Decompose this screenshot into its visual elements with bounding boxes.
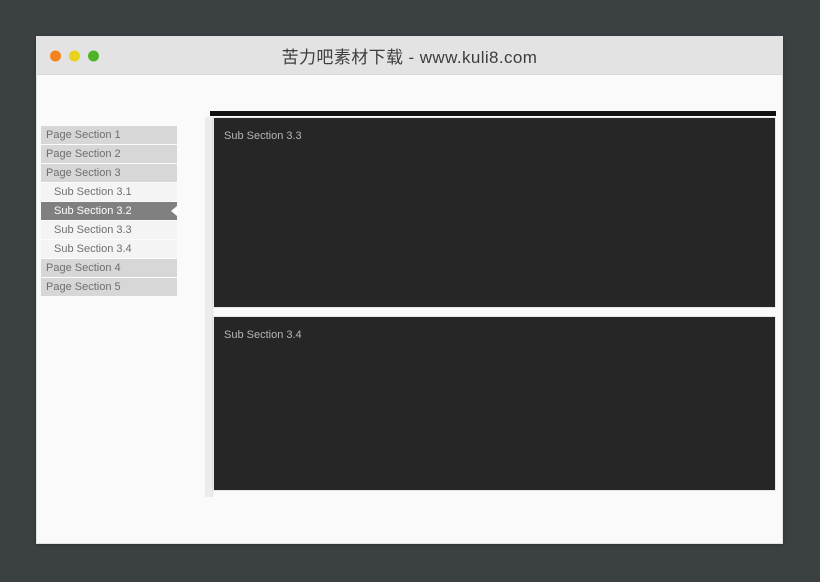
window-body: Page Section 1 Page Section 2 Page Secti… <box>37 75 782 543</box>
content-scrollbar[interactable] <box>205 117 213 497</box>
sidebar-item-page-section-5[interactable]: Page Section 5 <box>41 278 177 297</box>
panel-stack: Sub Section 3.3 Sub Section 3.4 <box>213 117 776 497</box>
panel-title: Sub Section 3.3 <box>224 130 302 142</box>
sidebar-item-sub-section-3-2[interactable]: Sub Section 3.2 <box>41 202 177 221</box>
sidebar-item-page-section-2[interactable]: Page Section 2 <box>41 145 177 164</box>
sidebar-item-sub-section-3-3[interactable]: Sub Section 3.3 <box>41 221 177 240</box>
content-area: Sub Section 3.3 Sub Section 3.4 <box>205 111 776 497</box>
sidebar-item-page-section-1[interactable]: Page Section 1 <box>41 126 177 145</box>
window-titlebar: 苦力吧素材下载 - www.kuli8.com <box>37 37 782 75</box>
panel-title: Sub Section 3.4 <box>224 329 302 341</box>
close-button[interactable] <box>50 50 61 61</box>
content-top-rail <box>210 111 776 116</box>
content-panel-sub-section-3-4: Sub Section 3.4 <box>213 316 776 491</box>
sidebar-item-page-section-3[interactable]: Page Section 3 <box>41 164 177 183</box>
traffic-light-group <box>50 50 99 61</box>
minimize-button[interactable] <box>69 50 80 61</box>
browser-window: 苦力吧素材下载 - www.kuli8.com Page Section 1 P… <box>36 36 783 544</box>
content-panel-sub-section-3-3: Sub Section 3.3 <box>213 117 776 308</box>
sidebar-item-sub-section-3-4[interactable]: Sub Section 3.4 <box>41 240 177 259</box>
sidebar-item-sub-section-3-1[interactable]: Sub Section 3.1 <box>41 183 177 202</box>
zoom-button[interactable] <box>88 50 99 61</box>
window-title: 苦力吧素材下载 - www.kuli8.com <box>281 48 538 67</box>
sidebar-item-page-section-4[interactable]: Page Section 4 <box>41 259 177 278</box>
sidebar-navigation: Page Section 1 Page Section 2 Page Secti… <box>41 126 177 297</box>
